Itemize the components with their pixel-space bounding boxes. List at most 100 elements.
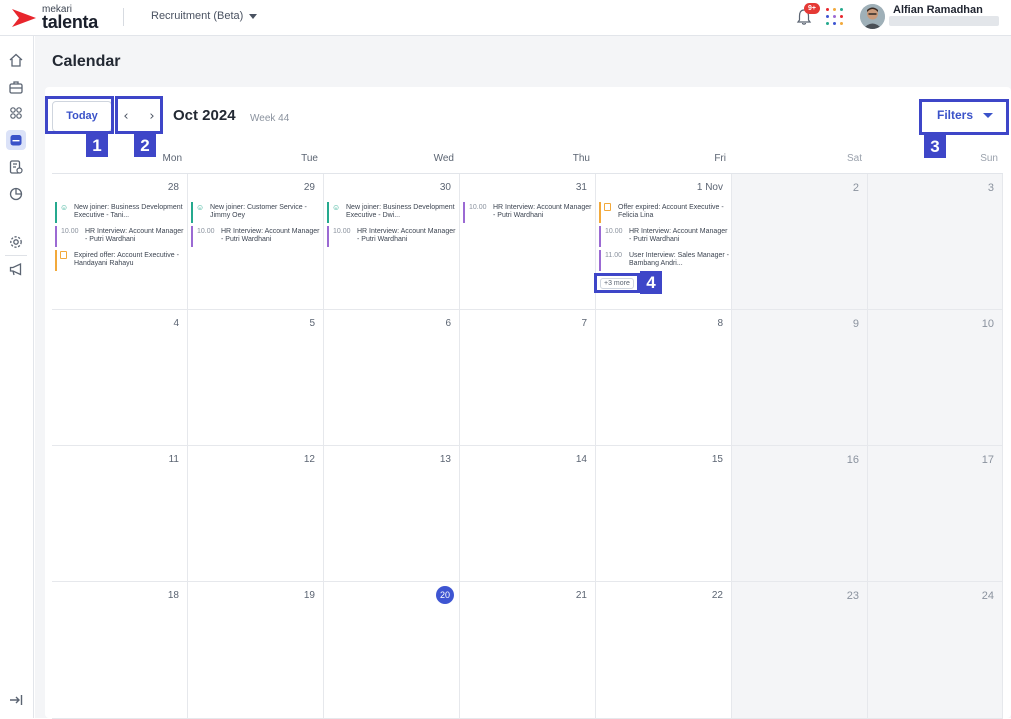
- event-time: 11.00: [605, 252, 622, 259]
- day-number: 14: [575, 454, 587, 465]
- event-title: User Interview: Sales Manager - Bambang …: [629, 252, 729, 267]
- event-title: HR Interview: Account Manager - Putri Wa…: [629, 228, 728, 243]
- day-number: 21: [575, 590, 587, 601]
- day-number: 29: [303, 182, 315, 193]
- weekday-sun: Sun: [980, 153, 998, 164]
- analytics-pie-icon[interactable]: [6, 184, 26, 204]
- event-item[interactable]: 11.00 User Interview: Sales Manager - Ba…: [599, 250, 729, 271]
- day-number: 30: [439, 182, 451, 193]
- day-number: 1 Nov: [696, 182, 723, 193]
- day-cell[interactable]: 15: [596, 446, 732, 582]
- avatar[interactable]: [860, 4, 885, 29]
- event-item[interactable]: 10.00 HR Interview: Account Manager - Pu…: [327, 226, 457, 247]
- home-icon[interactable]: [6, 50, 26, 70]
- day-cell-today[interactable]: 20: [324, 582, 460, 719]
- highlight-box-4: [594, 273, 640, 293]
- notification-badge: 9+: [804, 3, 820, 14]
- day-cell[interactable]: 16: [732, 446, 868, 582]
- event-item[interactable]: ☺ New joiner: Customer Service - Jimmy O…: [191, 202, 321, 223]
- current-week: Week 44: [250, 113, 290, 124]
- user-photo-icon: [860, 4, 885, 29]
- weekday-mon: Mon: [162, 153, 182, 164]
- day-number: 4: [173, 318, 179, 329]
- user-name[interactable]: Alfian Ramadhan: [893, 4, 983, 16]
- event-time: 10.00: [197, 228, 215, 235]
- day-number: 22: [711, 590, 723, 601]
- day-cell[interactable]: 30 ☺ New joiner: Business Development Ex…: [324, 174, 460, 310]
- event-time: 10.00: [469, 204, 487, 211]
- event-title: New joiner: Business Development Executi…: [346, 204, 455, 219]
- apps-grid-icon[interactable]: [826, 8, 844, 26]
- day-number: 13: [439, 454, 451, 465]
- people-icon[interactable]: [6, 103, 26, 123]
- day-cell[interactable]: 13: [324, 446, 460, 582]
- day-number: 16: [846, 454, 859, 466]
- day-cell[interactable]: 9: [732, 310, 868, 446]
- highlight-box-3: [919, 99, 1009, 135]
- day-cell[interactable]: 31 10.00 HR Interview: Account Manager -…: [460, 174, 596, 310]
- calendar-grid: 28 ☺ New joiner: Business Development Ex…: [52, 173, 1003, 719]
- sidebar-divider: [5, 255, 27, 256]
- briefcase-icon[interactable]: [6, 77, 26, 97]
- day-number: 18: [167, 590, 179, 601]
- day-cell[interactable]: 29 ☺ New joiner: Customer Service - Jimm…: [188, 174, 324, 310]
- gear-icon[interactable]: [6, 232, 26, 252]
- day-cell[interactable]: 28 ☺ New joiner: Business Development Ex…: [52, 174, 188, 310]
- event-item[interactable]: 10.00 HR Interview: Account Manager - Pu…: [191, 226, 321, 247]
- report-icon[interactable]: [6, 157, 26, 177]
- weekday-sat: Sat: [846, 153, 862, 164]
- day-number: 10: [981, 318, 994, 330]
- event-time: 10.00: [333, 228, 351, 235]
- day-number: 11: [168, 454, 179, 465]
- day-cell[interactable]: 18: [52, 582, 188, 719]
- megaphone-icon[interactable]: [6, 259, 26, 279]
- day-cell[interactable]: 21: [460, 582, 596, 719]
- event-item[interactable]: Expired offer: Account Executive - Handa…: [55, 250, 185, 271]
- event-item[interactable]: 10.00 HR Interview: Account Manager - Pu…: [55, 226, 185, 247]
- day-cell[interactable]: 4: [52, 310, 188, 446]
- talenta-logo[interactable]: mekari talenta: [12, 5, 112, 31]
- day-number: 24: [981, 590, 994, 602]
- event-time: 10.00: [605, 228, 623, 235]
- day-cell[interactable]: 19: [188, 582, 324, 719]
- day-number: 19: [303, 590, 315, 601]
- day-cell[interactable]: 6: [324, 310, 460, 446]
- chevron-down-icon[interactable]: [249, 14, 257, 19]
- day-number: 8: [717, 318, 723, 329]
- sidebar: [0, 36, 34, 718]
- day-cell[interactable]: 23: [732, 582, 868, 719]
- talenta-logo-mark-icon: [12, 9, 36, 27]
- product-switcher[interactable]: Recruitment (Beta): [151, 10, 243, 22]
- day-number: 5: [309, 318, 315, 329]
- collapse-sidebar-icon[interactable]: [6, 690, 26, 710]
- user-subtitle-redacted: [889, 16, 999, 26]
- weekday-thu: Thu: [572, 153, 590, 164]
- day-number: 12: [303, 454, 315, 465]
- day-cell[interactable]: 14: [460, 446, 596, 582]
- day-cell[interactable]: 5: [188, 310, 324, 446]
- divider: [123, 8, 124, 26]
- day-number: 17: [981, 454, 994, 466]
- day-cell[interactable]: 17: [868, 446, 1003, 582]
- highlight-box-2: [115, 96, 163, 134]
- day-cell[interactable]: 12: [188, 446, 324, 582]
- event-item[interactable]: 10.00 HR Interview: Account Manager - Pu…: [463, 202, 593, 223]
- day-cell[interactable]: 24: [868, 582, 1003, 719]
- event-time: 10.00: [61, 228, 79, 235]
- day-number: 15: [711, 454, 723, 465]
- day-cell[interactable]: 7: [460, 310, 596, 446]
- event-title: HR Interview: Account Manager - Putri Wa…: [357, 228, 456, 243]
- page-title: Calendar: [52, 53, 121, 70]
- day-cell[interactable]: 22: [596, 582, 732, 719]
- event-item[interactable]: ☺ New joiner: Business Development Execu…: [55, 202, 185, 223]
- day-cell[interactable]: 10: [868, 310, 1003, 446]
- event-item[interactable]: Offer expired: Account Executive - Felic…: [599, 202, 729, 223]
- day-cell[interactable]: 2: [732, 174, 868, 310]
- day-cell[interactable]: 8: [596, 310, 732, 446]
- day-cell[interactable]: 3: [868, 174, 1003, 310]
- event-item[interactable]: 10.00 HR Interview: Account Manager - Pu…: [599, 226, 729, 247]
- day-number: 6: [445, 318, 451, 329]
- day-cell[interactable]: 11: [52, 446, 188, 582]
- event-item[interactable]: ☺ New joiner: Business Development Execu…: [327, 202, 457, 223]
- calendar-icon[interactable]: [6, 130, 26, 150]
